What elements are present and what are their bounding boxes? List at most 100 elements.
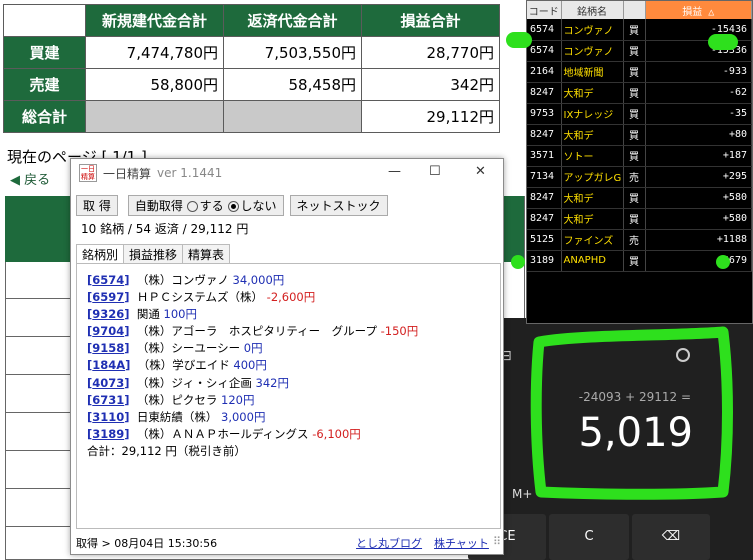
ichinichi-seisan-window: 一日 精算 一日精算 ver 1.1441 — ☐ ✕ 取 得 自動取得 する し… xyxy=(70,158,504,555)
stock-pl: 100円 xyxy=(163,307,197,322)
fetch-button[interactable]: 取 得 xyxy=(76,195,118,216)
close-icon[interactable]: ✕ xyxy=(475,164,486,179)
title-bar[interactable]: 一日 精算 一日精算 ver 1.1441 — ☐ ✕ xyxy=(71,159,503,187)
divider xyxy=(5,412,71,413)
board-name: 大和デ xyxy=(561,187,624,209)
stock-pl: 0円 xyxy=(243,341,263,356)
board-pl: -62 xyxy=(645,82,752,104)
bracket: ] xyxy=(125,358,131,373)
stock-code-link[interactable]: 3110 xyxy=(92,410,124,424)
auto-fetch-group: 自動取得 する しない xyxy=(127,195,284,216)
stock-pl: -150円 xyxy=(380,324,419,339)
stock-name: ＨＰＣシステムズ（株） xyxy=(136,290,264,305)
clear-button[interactable]: C xyxy=(549,514,629,560)
list-item: [9326] 関通 100円 xyxy=(87,306,500,323)
bracket: ] xyxy=(124,375,130,390)
stock-name: 日東紡績（株） xyxy=(136,409,218,424)
stock-name: （株）ＡＮＡＰホールディングス xyxy=(136,426,309,441)
stock-name: （株）ピクセラ xyxy=(136,392,218,407)
bracket: ] xyxy=(124,307,130,322)
board-row[interactable]: 3571 ソトー買 +187 xyxy=(527,145,752,167)
board-row[interactable]: 8247 大和デ買 +580 xyxy=(527,187,752,209)
radio-on[interactable] xyxy=(186,201,198,212)
stock-code-link[interactable]: 9158 xyxy=(92,341,124,355)
divider xyxy=(5,450,71,451)
board-code: 8247 xyxy=(527,208,562,230)
back-link[interactable]: ◀ 戻る xyxy=(10,169,50,188)
board-pl: +580 xyxy=(645,187,752,209)
board-pl: +6679 xyxy=(645,250,752,272)
buy-pl: 28,770円 xyxy=(361,36,500,69)
board-side: 買 xyxy=(623,124,646,146)
board-side: 買 xyxy=(623,40,646,62)
bracket: ] xyxy=(124,341,130,356)
board-name: 大和デ xyxy=(561,124,624,146)
annotation-mark xyxy=(506,32,532,48)
board-side: 買 xyxy=(623,145,646,167)
board-row[interactable]: 8247 大和デ買 -62 xyxy=(527,82,752,104)
divider xyxy=(5,526,71,527)
corner-cell xyxy=(3,4,86,37)
board-name: アップガレG xyxy=(561,166,624,188)
board-header-pl[interactable]: 損益 △ xyxy=(645,1,752,19)
board-header-side xyxy=(623,1,646,19)
total-line: 合計：29,112 円（税引き前） xyxy=(87,443,246,458)
board-code: 7134 xyxy=(527,166,562,188)
board-code: 8247 xyxy=(527,82,562,104)
board-code: 6574 xyxy=(527,19,562,41)
board-row[interactable]: 7134 アップガレG 売 +295 xyxy=(527,166,752,188)
bracket: ] xyxy=(124,290,130,305)
stock-list: [6574] （株）コンヴァノ 34,000円 [6597] ＨＰＣシステムズ（株… xyxy=(76,263,501,529)
stock-code-link[interactable]: 6574 xyxy=(92,273,124,287)
header-new-total: 新規建代金合計 xyxy=(85,4,224,37)
board-row[interactable]: 8247 大和デ買 +80 xyxy=(527,124,752,146)
stock-code-link[interactable]: 9326 xyxy=(92,307,124,321)
resize-grip-icon[interactable]: ⠿ xyxy=(493,535,501,551)
row-label-total: 総合計 xyxy=(3,100,86,133)
chat-link[interactable]: 株チャット xyxy=(434,535,489,551)
stock-pl: 34,000円 xyxy=(232,273,285,287)
board-pl: +1188 xyxy=(645,229,752,251)
divider xyxy=(5,336,71,337)
board-pl: +187 xyxy=(645,145,752,167)
stock-code-link[interactable]: 184A xyxy=(92,358,125,372)
stock-code-link[interactable]: 6597 xyxy=(92,290,124,304)
divider xyxy=(5,488,71,489)
window-title: 一日精算 xyxy=(103,166,152,181)
stock-code-link[interactable]: 6731 xyxy=(92,393,124,407)
summary-text: 10 銘柄 / 54 返済 / 29,112 円 xyxy=(81,222,249,236)
row-label-sell: 売建 xyxy=(3,68,86,101)
board-row[interactable]: 8247 大和デ買 +580 xyxy=(527,208,752,230)
tab-pl-trend[interactable]: 損益推移 xyxy=(123,244,184,264)
list-item: [9158] （株）シーユーシー 0円 xyxy=(87,340,500,357)
netstock-button[interactable]: ネットストック xyxy=(289,195,388,216)
stock-name: （株）学びエイド xyxy=(137,358,230,373)
tab-settlement[interactable]: 精算表 xyxy=(182,244,231,264)
tab-by-stock[interactable]: 銘柄別 xyxy=(76,244,125,264)
backspace-button[interactable]: ⌫ xyxy=(632,514,710,560)
board-name: コンヴァノ xyxy=(561,40,624,62)
minimize-icon[interactable]: — xyxy=(388,164,401,179)
stock-pl: -2,600円 xyxy=(266,290,316,305)
board-row[interactable]: 5125 ファインズ売 +1188 xyxy=(527,229,752,251)
board-code: 6574 xyxy=(527,40,562,62)
radio-off[interactable] xyxy=(227,201,239,212)
board-row[interactable]: 9753 IXナレッジ買 -35 xyxy=(527,103,752,125)
maximize-icon[interactable]: ☐ xyxy=(429,164,441,179)
board-name: 大和デ xyxy=(561,208,624,230)
bracket: ] xyxy=(124,273,130,287)
board-name: 地域新聞 xyxy=(561,61,624,83)
stock-code-link[interactable]: 4073 xyxy=(92,376,124,390)
board-row[interactable]: 2164 地域新聞買 -933 xyxy=(527,61,752,83)
highlight-annotation xyxy=(530,326,733,500)
total-new-empty xyxy=(85,100,224,133)
buy-repay: 7,503,550円 xyxy=(223,36,362,69)
stock-code-link[interactable]: 9704 xyxy=(92,324,124,338)
board-pl: +295 xyxy=(645,166,752,188)
sell-new: 58,800円 xyxy=(85,68,224,101)
board-code: 8247 xyxy=(527,124,562,146)
stock-name: 関通 xyxy=(136,307,160,322)
blog-link[interactable]: とし丸ブログ xyxy=(356,535,422,551)
board-name: ANAPHD xyxy=(561,250,624,272)
stock-code-link[interactable]: 3189 xyxy=(92,427,124,441)
